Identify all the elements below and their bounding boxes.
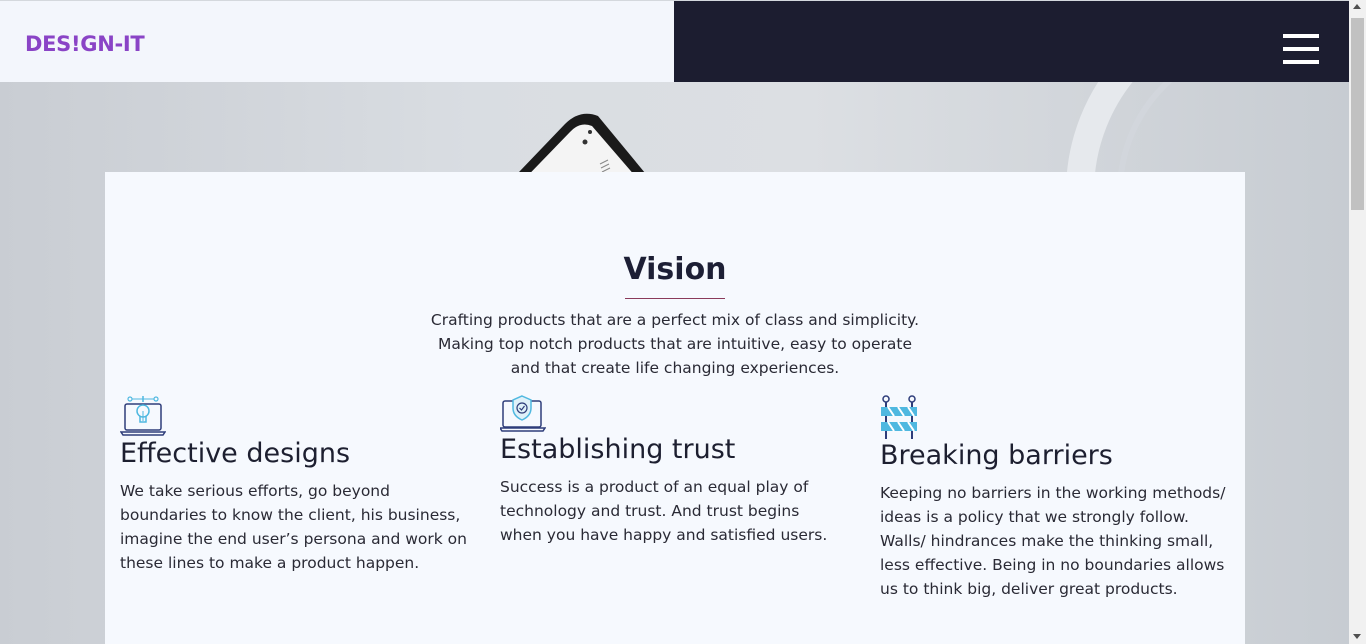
barrier-icon — [880, 394, 1230, 440]
feature-breaking-barriers: Breaking barriers Keeping no barriers in… — [880, 394, 1230, 601]
hamburger-menu-icon[interactable] — [1283, 34, 1319, 64]
site-header: DES!GN-IT — [0, 1, 1349, 82]
feature-description: We take serious efforts, go beyond bound… — [120, 482, 467, 572]
vision-card: Vision Crafting products that are a perf… — [105, 172, 1245, 644]
feature-title: Establishing trust — [500, 434, 736, 465]
scrollbar-thumb[interactable] — [1351, 18, 1364, 210]
feature-effective-designs: Effective designs We take serious effort… — [120, 394, 470, 575]
feature-title: Breaking barriers — [880, 440, 1113, 471]
feature-establishing-trust: Establishing trust Success is a product … — [500, 394, 840, 547]
hamburger-line — [1283, 60, 1319, 64]
vertical-scrollbar[interactable] — [1349, 0, 1366, 644]
feature-description: Keeping no barriers in the working metho… — [880, 484, 1226, 598]
feature-description: Success is a product of an equal play of… — [500, 478, 828, 544]
title-underline — [625, 298, 725, 299]
hamburger-line — [1283, 34, 1319, 38]
site-logo[interactable]: DES!GN-IT — [25, 32, 145, 56]
hamburger-line — [1283, 47, 1319, 51]
lightbulb-laptop-icon — [120, 394, 470, 438]
shield-laptop-icon — [500, 394, 840, 434]
vision-description: Crafting products that are a perfect mix… — [430, 311, 920, 377]
feature-title: Effective designs — [120, 438, 351, 469]
header-menu-area — [674, 1, 1349, 82]
scroll-up-arrow-icon[interactable] — [1353, 4, 1361, 9]
header-logo-area: DES!GN-IT — [0, 1, 674, 82]
vision-title: Vision — [623, 252, 727, 287]
scroll-down-arrow-icon[interactable] — [1353, 634, 1361, 639]
